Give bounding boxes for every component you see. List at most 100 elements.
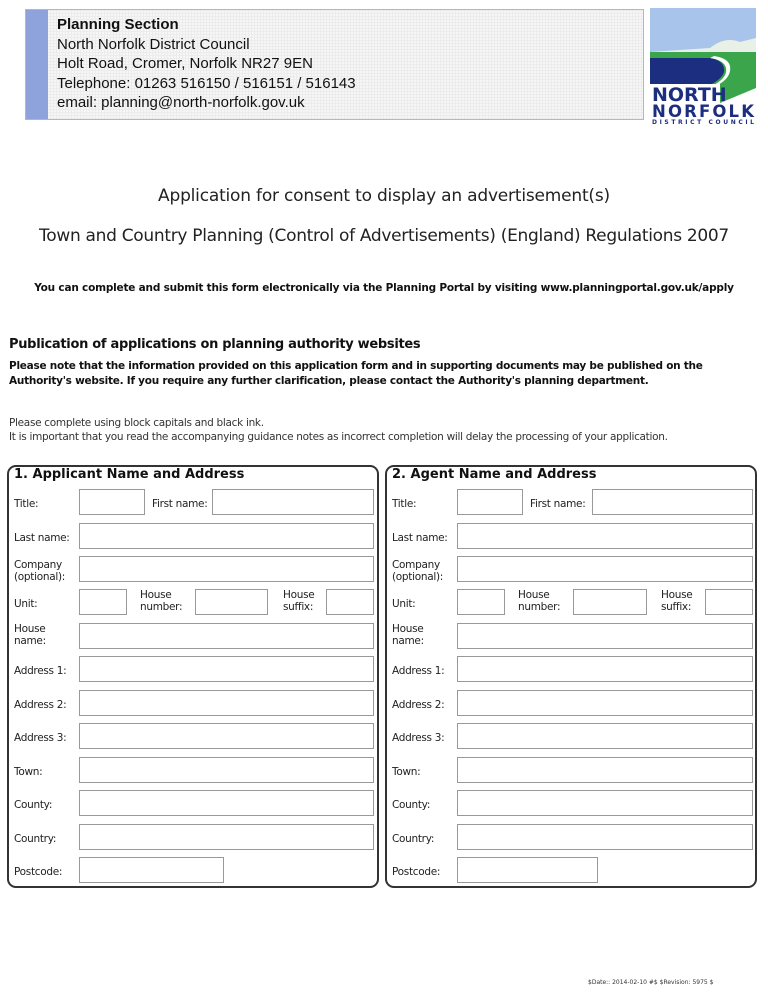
- agent-postcode-input[interactable]: [457, 857, 598, 883]
- revision-footer: $Date:: 2014-02-10 #$ $Revision: 5975 $: [588, 979, 714, 986]
- completion-instructions: Please complete using block capitals and…: [9, 417, 768, 444]
- council-name: North Norfolk District Council: [57, 35, 250, 53]
- applicant-address2-input[interactable]: [79, 690, 374, 716]
- agent-unit-input[interactable]: [457, 589, 505, 615]
- agent-title-input[interactable]: [457, 489, 523, 515]
- agent-country-label: Country:: [392, 833, 435, 845]
- applicant-unit-input[interactable]: [79, 589, 127, 615]
- applicant-house-number-input[interactable]: [195, 589, 268, 615]
- publication-text-line2: Authority's website. If you require any …: [9, 375, 649, 387]
- agent-house-suffix-label-line2: suffix:: [661, 601, 692, 613]
- applicant-country-label: Country:: [14, 833, 57, 845]
- applicant-house-suffix-label: House suffix:: [283, 589, 315, 613]
- publication-text-line1: Please note that the information provide…: [9, 360, 703, 372]
- form-subtitle: Town and Country Planning (Control of Ad…: [39, 226, 729, 246]
- org-title: Planning Section: [57, 16, 179, 33]
- agent-postcode-label: Postcode:: [392, 866, 441, 878]
- agent-house-number-input[interactable]: [573, 589, 647, 615]
- agent-country-input[interactable]: [457, 824, 753, 850]
- applicant-section: 1. Applicant Name and Address Title: Fir…: [7, 465, 379, 888]
- agent-county-label: County:: [392, 799, 431, 811]
- applicant-company-label: Company (optional):: [14, 559, 65, 583]
- agent-house-suffix-input[interactable]: [705, 589, 753, 615]
- header-contact-details: Planning Section North Norfolk District …: [57, 15, 356, 113]
- agent-address2-input[interactable]: [457, 690, 753, 716]
- agent-house-name-label-line2: name:: [392, 635, 424, 647]
- agent-address3-input[interactable]: [457, 723, 753, 749]
- agent-county-input[interactable]: [457, 790, 753, 816]
- applicant-house-name-input[interactable]: [79, 623, 374, 649]
- agent-company-label: Company (optional):: [392, 559, 443, 583]
- agent-unit-label: Unit:: [392, 598, 416, 610]
- agent-house-suffix-label-line1: House: [661, 589, 693, 601]
- applicant-house-number-label-line1: House: [140, 589, 172, 601]
- north-norfolk-logo: NORTH NORFOLK DISTRICT COUNCIL: [650, 8, 756, 124]
- applicant-house-name-label-line1: House: [14, 623, 46, 635]
- agent-house-number-label: House number:: [518, 589, 561, 613]
- applicant-country-input[interactable]: [79, 824, 374, 850]
- agent-house-suffix-label: House suffix:: [661, 589, 693, 613]
- applicant-last-name-label: Last name:: [14, 532, 70, 544]
- applicant-first-name-input[interactable]: [212, 489, 374, 515]
- applicant-house-name-label: House name:: [14, 623, 46, 647]
- agent-section: 2. Agent Name and Address Title: First n…: [385, 465, 757, 888]
- applicant-postcode-input[interactable]: [79, 857, 224, 883]
- applicant-house-number-label: House number:: [140, 589, 183, 613]
- applicant-house-name-label-line2: name:: [14, 635, 46, 647]
- instructions-line2: It is important that you read the accomp…: [9, 430, 668, 443]
- applicant-town-input[interactable]: [79, 757, 374, 783]
- logo-sea: [650, 58, 725, 84]
- applicant-address3-input[interactable]: [79, 723, 374, 749]
- applicant-company-input[interactable]: [79, 556, 374, 582]
- applicant-last-name-input[interactable]: [79, 523, 374, 549]
- agent-company-input[interactable]: [457, 556, 753, 582]
- applicant-unit-label: Unit:: [14, 598, 38, 610]
- council-telephone: Telephone: 01263 516150 / 516151 / 51614…: [57, 74, 356, 92]
- applicant-address2-label: Address 2:: [14, 699, 67, 711]
- agent-address2-label: Address 2:: [392, 699, 445, 711]
- agent-address1-input[interactable]: [457, 656, 753, 682]
- agent-company-label-line1: Company: [392, 559, 440, 571]
- agent-title-label: Title:: [392, 498, 417, 510]
- planning-portal-note: You can complete and submit this form el…: [34, 282, 734, 294]
- agent-section-title: 2. Agent Name and Address: [392, 467, 597, 482]
- applicant-section-title: 1. Applicant Name and Address: [14, 467, 245, 482]
- council-email: email: planning@north-norfolk.gov.uk: [57, 94, 305, 111]
- agent-house-number-label-line2: number:: [518, 601, 561, 613]
- applicant-company-label-line2: (optional):: [14, 571, 65, 583]
- applicant-house-suffix-label-line1: House: [283, 589, 315, 601]
- publication-heading: Publication of applications on planning …: [9, 337, 421, 352]
- applicant-county-label: County:: [14, 799, 53, 811]
- agent-town-input[interactable]: [457, 757, 753, 783]
- instructions-line1: Please complete using block capitals and…: [9, 417, 264, 429]
- applicant-address1-label: Address 1:: [14, 665, 67, 677]
- applicant-title-input[interactable]: [79, 489, 145, 515]
- applicant-company-label-line1: Company: [14, 559, 62, 571]
- applicant-house-number-label-line2: number:: [140, 601, 183, 613]
- agent-first-name-input[interactable]: [592, 489, 753, 515]
- applicant-first-name-label: First name:: [152, 498, 208, 510]
- agent-first-name-label: First name:: [530, 498, 586, 510]
- agent-house-name-label: House name:: [392, 623, 424, 647]
- agent-company-label-line2: (optional):: [392, 571, 443, 583]
- applicant-county-input[interactable]: [79, 790, 374, 816]
- agent-house-number-label-line1: House: [518, 589, 550, 601]
- applicant-title-label: Title:: [14, 498, 39, 510]
- header-accent-strip: [26, 10, 48, 119]
- agent-town-label: Town:: [392, 766, 421, 778]
- agent-house-name-label-line1: House: [392, 623, 424, 635]
- logo-text-district-council: DISTRICT COUNCIL: [652, 119, 754, 124]
- applicant-house-suffix-label-line2: suffix:: [283, 601, 314, 613]
- agent-address1-label: Address 1:: [392, 665, 445, 677]
- agent-last-name-input[interactable]: [457, 523, 753, 549]
- form-title: Application for consent to display an ad…: [158, 186, 610, 206]
- agent-address3-label: Address 3:: [392, 732, 445, 744]
- applicant-address1-input[interactable]: [79, 656, 374, 682]
- applicant-address3-label: Address 3:: [14, 732, 67, 744]
- council-address: Holt Road, Cromer, Norfolk NR27 9EN: [57, 55, 313, 72]
- publication-text: Please note that the information provide…: [9, 359, 759, 389]
- agent-house-name-input[interactable]: [457, 623, 753, 649]
- applicant-house-suffix-input[interactable]: [326, 589, 374, 615]
- applicant-town-label: Town:: [14, 766, 43, 778]
- agent-last-name-label: Last name:: [392, 532, 448, 544]
